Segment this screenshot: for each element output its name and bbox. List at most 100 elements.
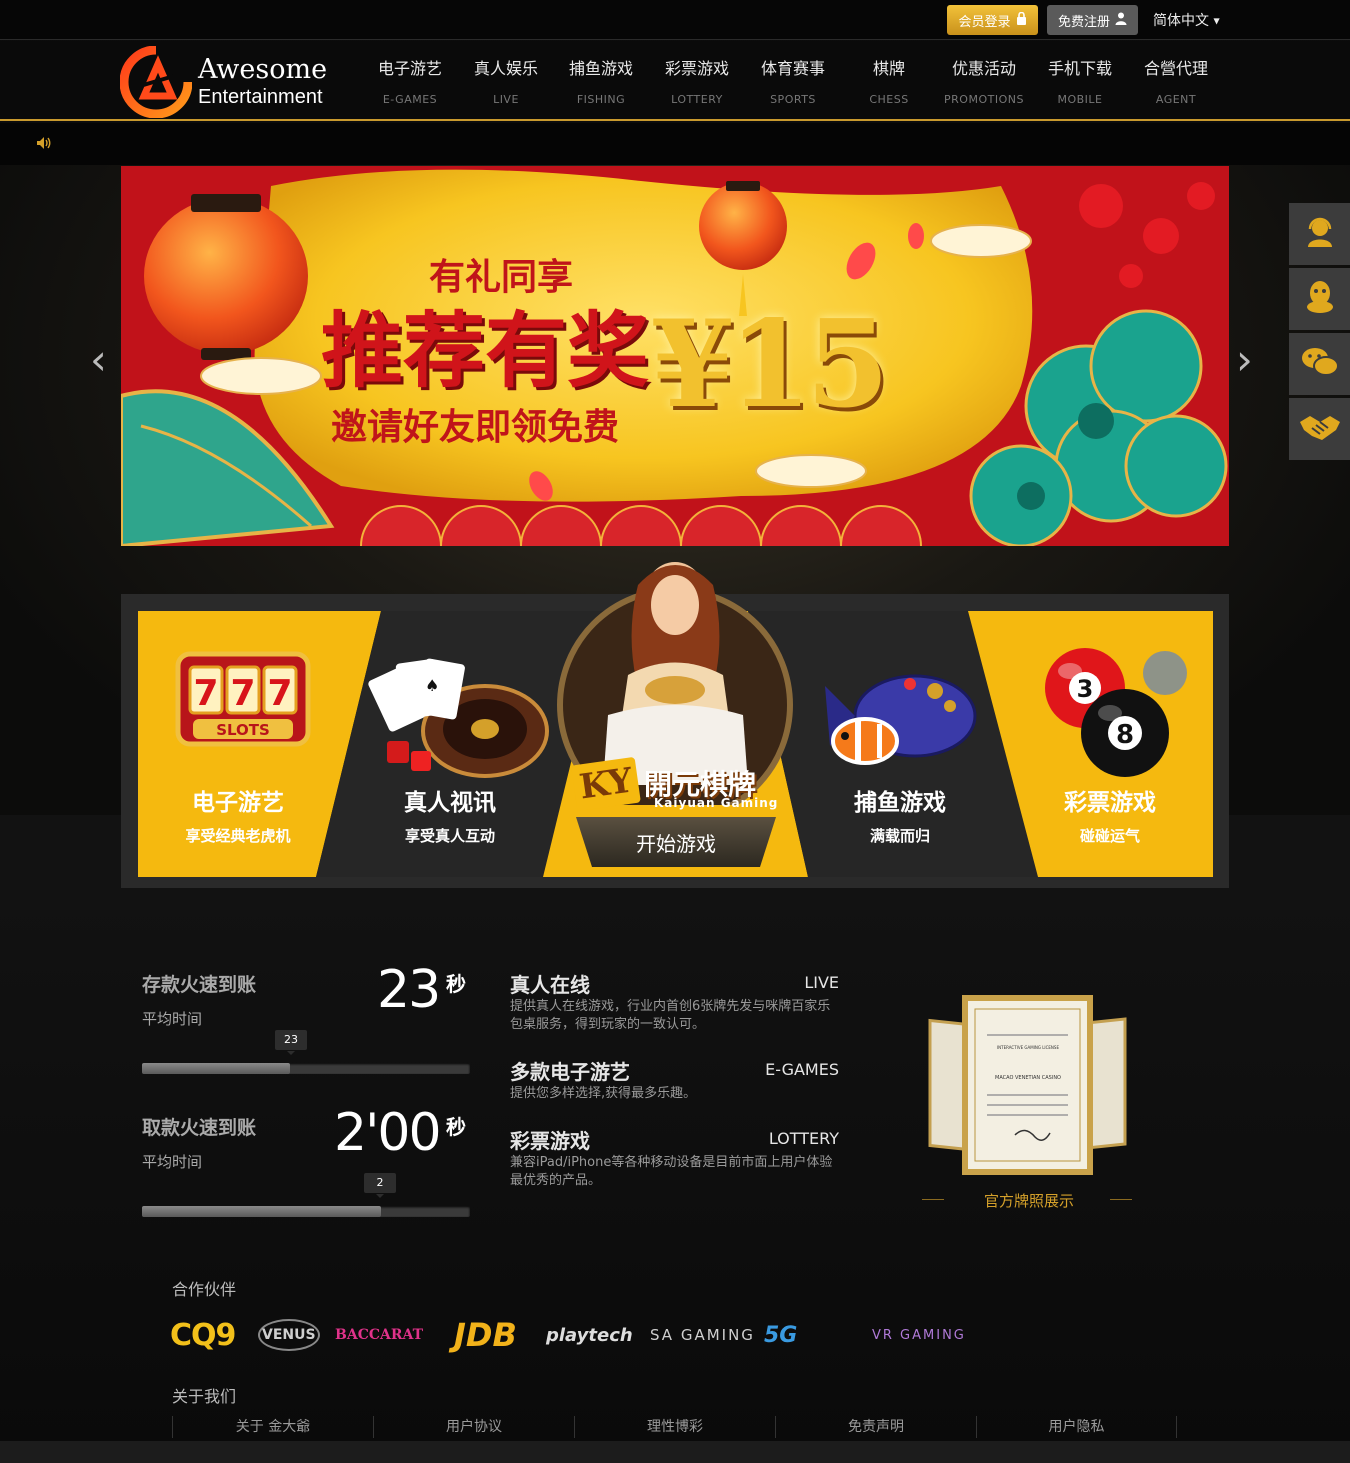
partner-name: SA GAMING — [650, 1326, 755, 1344]
partner-logo-baccarat[interactable]: BACCARAT — [335, 1316, 423, 1354]
roulette-cards-icon: ♠ — [368, 658, 549, 778]
side-qq[interactable] — [1289, 268, 1350, 330]
game-tile-live[interactable]: ♠ 真人视讯 享受真人互动 — [345, 611, 555, 877]
license-showcase[interactable]: INTERACTIVE GAMING LICENSE MACAO VENETIA… — [925, 995, 1130, 1175]
feature-title: 真人在线 — [510, 973, 590, 997]
partner-name: playtech — [546, 1324, 633, 1346]
slots-icon: 7 7 7 SLOTS — [175, 651, 311, 747]
footer-link-about[interactable]: 关于 金大爺 — [172, 1416, 373, 1438]
feature-description: 兼容iPad/iPhone等各种移动设备是目前市面上用户体验最优秀的产品。 — [510, 1155, 833, 1188]
svg-text:7: 7 — [230, 673, 255, 714]
footer-link-responsible[interactable]: 理性博彩 — [574, 1416, 775, 1438]
partner-name: 5G — [764, 1322, 798, 1348]
feature-title: 多款电子游艺 — [510, 1060, 630, 1084]
svg-text:SLOTS: SLOTS — [216, 721, 270, 739]
top-bar: 会员登录 免费注册 简体中文 ▼ — [0, 0, 1350, 40]
game-title: 捕鱼游戏 — [854, 790, 946, 816]
start-game-button[interactable]: 开始游戏 — [576, 817, 776, 867]
game-title: 电子游艺 — [192, 790, 284, 816]
partner-logo-venus[interactable]: VENUS — [258, 1316, 320, 1354]
feature-title: 彩票游戏 — [510, 1129, 590, 1153]
login-label: 会员登录 — [958, 14, 1011, 30]
feature-tag: E-GAMES — [765, 1060, 839, 1079]
stat-unit: 秒 — [446, 1115, 466, 1139]
partner-logo-playtech[interactable]: playtech — [546, 1316, 633, 1354]
caption-left-dash — [922, 1199, 944, 1200]
stat-unit: 秒 — [446, 972, 466, 996]
language-label: 简体中文 — [1153, 13, 1209, 29]
start-game-label: 开始游戏 — [636, 831, 716, 856]
game-subtitle: 碰碰运气 — [1079, 827, 1140, 845]
nav-item-agent[interactable]: 合營代理 AGENT — [1128, 55, 1224, 106]
deposit-progress-bar — [142, 1063, 470, 1074]
banner-next-arrow[interactable]: › — [1236, 335, 1253, 384]
nav-label-en: LOTTERY — [671, 93, 723, 106]
partner-name: VENUS — [258, 1319, 320, 1351]
user-icon — [1115, 12, 1127, 29]
partner-logo-cq9[interactable]: CQ9 — [170, 1316, 236, 1354]
nav-item-mobile[interactable]: 手机下载 MOBILE — [1032, 55, 1128, 106]
stat-value: 2'00 — [334, 1103, 442, 1163]
customer-service-icon — [1303, 215, 1337, 253]
nav-item-promotions[interactable]: 优惠活动 PROMOTIONS — [936, 55, 1032, 106]
nav-label-en: LIVE — [493, 93, 519, 106]
certificate-line1: INTERACTIVE GAMING LICENSE — [997, 1045, 1059, 1050]
game-tile-chess[interactable]: KY 開元棋牌 Kaiyuan Gaming 开始游戏 — [548, 555, 803, 877]
language-selector[interactable]: 简体中文 ▼ — [1153, 10, 1220, 30]
promo-banner[interactable]: 有礼同享 推荐有奖 邀请好友即领免费 ¥15 — [121, 166, 1229, 546]
nav-item-fishing[interactable]: 捕鱼游戏 FISHING — [553, 55, 649, 106]
announcement-bar — [0, 123, 1350, 165]
logo[interactable]: Awesome Entertainment — [120, 46, 350, 118]
nav-label-en: SPORTS — [770, 93, 816, 106]
footer-bar — [0, 1441, 1350, 1463]
svg-text:7: 7 — [193, 673, 218, 714]
ky-brand-sub: Kaiyuan Gaming — [654, 796, 779, 810]
partner-name: VR GAMING — [872, 1327, 966, 1343]
stat-value: 23 — [377, 960, 441, 1020]
speaker-icon — [36, 136, 52, 154]
game-subtitle: 享受真人互动 — [404, 827, 495, 845]
nav-label-cn: 电子游艺 — [377, 59, 442, 78]
nav-item-sports[interactable]: 体育赛事 SPORTS — [745, 55, 841, 106]
register-button[interactable]: 免费注册 — [1047, 5, 1138, 35]
side-customer-service[interactable] — [1289, 203, 1350, 265]
side-agent[interactable] — [1289, 398, 1350, 460]
banner-prev-arrow[interactable]: ‹ — [90, 335, 107, 384]
withdraw-progress-bar — [142, 1206, 470, 1217]
stat-title: 取款火速到账 — [142, 1117, 257, 1139]
feature-tag: LIVE — [804, 973, 839, 992]
svg-text:♠: ♠ — [425, 676, 439, 695]
nav-label-cn: 优惠活动 — [951, 59, 1016, 78]
nav-label-cn: 棋牌 — [872, 59, 905, 78]
game-tile-egames[interactable]: 7 7 7 SLOTS 电子游艺 享受经典老虎机 — [138, 611, 368, 877]
side-wechat[interactable] — [1289, 333, 1350, 395]
wechat-icon — [1301, 346, 1339, 382]
login-button[interactable]: 会员登录 — [947, 5, 1038, 35]
footer-link-privacy[interactable]: 用户隐私 — [976, 1416, 1177, 1438]
nav-label-cn: 彩票游戏 — [664, 59, 729, 78]
nav-label-cn: 体育赛事 — [760, 59, 825, 78]
partner-name: BACCARAT — [335, 1327, 423, 1343]
nav-label-cn: 捕鱼游戏 — [568, 59, 633, 78]
partner-logo-vr-gaming[interactable]: VR GAMING — [872, 1316, 966, 1354]
game-tile-fishing[interactable]: 捕鱼游戏 满载而归 — [800, 611, 1000, 877]
main-nav: Awesome Entertainment 电子游艺 E-GAMES 真人娱乐 LI… — [0, 41, 1350, 121]
partner-logo-jdb[interactable]: JDB — [454, 1316, 517, 1354]
footer-link-disclaimer[interactable]: 免责声明 — [775, 1416, 976, 1438]
feature-tag: LOTTERY — [768, 1129, 839, 1148]
game-tile-lottery[interactable]: 3 8 彩票游戏 碰碰运气 — [1010, 611, 1210, 877]
nav-item-egames[interactable]: 电子游艺 E-GAMES — [362, 55, 458, 106]
certificate-icon — [928, 995, 1127, 1175]
svg-text:7: 7 — [267, 673, 292, 714]
footer-link-terms[interactable]: 用户协议 — [373, 1416, 574, 1438]
partner-logo-5g[interactable]: 5G — [764, 1316, 797, 1354]
fish-icon — [825, 674, 977, 765]
nav-item-live[interactable]: 真人娱乐 LIVE — [458, 55, 554, 106]
nav-item-lottery[interactable]: 彩票游戏 LOTTERY — [649, 55, 745, 106]
nav-item-chess[interactable]: 棋牌 CHESS — [841, 55, 937, 106]
partner-name: JDB — [454, 1316, 517, 1354]
nav-label-cn: 真人娱乐 — [473, 59, 538, 78]
qq-icon — [1305, 280, 1335, 318]
game-title: 真人视讯 — [404, 790, 496, 816]
partner-logo-sa-gaming[interactable]: SA GAMING — [650, 1316, 755, 1354]
